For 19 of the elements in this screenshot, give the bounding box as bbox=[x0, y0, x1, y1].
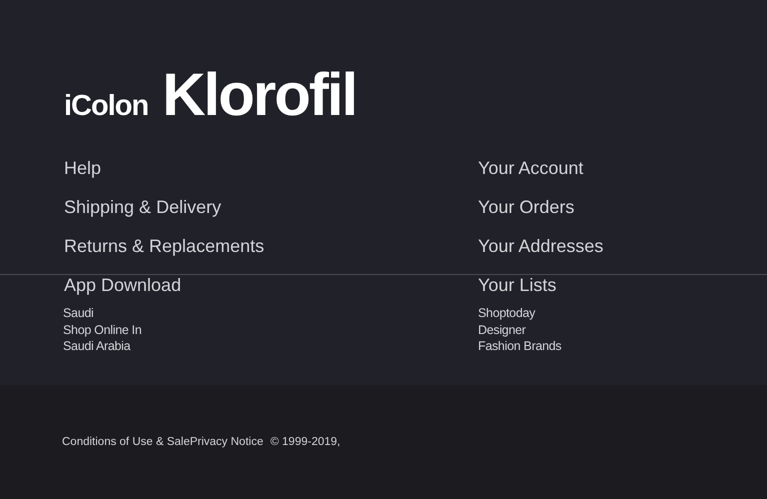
footer-link[interactable]: Shipping & Delivery bbox=[64, 195, 222, 220]
footer-link[interactable]: Your Addresses bbox=[478, 234, 604, 259]
promo-link[interactable]: Saudi bbox=[63, 305, 94, 322]
legal-link[interactable]: Privacy Notice bbox=[190, 435, 264, 449]
footer-link[interactable]: Your Account bbox=[478, 156, 584, 181]
footer-link[interactable]: Returns & Replacements bbox=[64, 234, 264, 259]
footer-link[interactable]: Your Lists bbox=[478, 273, 556, 298]
logo-name: Klorofil bbox=[162, 64, 356, 126]
legal-link[interactable]: Conditions of Use & Sale bbox=[62, 435, 190, 449]
promo-link[interactable]: Fashion Brands bbox=[478, 338, 562, 354]
promo-link[interactable]: Saudi Arabia bbox=[63, 338, 130, 354]
promo-link[interactable]: Shoptoday bbox=[478, 305, 536, 322]
footer-link[interactable]: Help bbox=[64, 156, 102, 181]
promo-link[interactable]: Designer bbox=[478, 322, 526, 338]
logo-prefix: iColon bbox=[64, 90, 148, 123]
footer-link[interactable]: App Download bbox=[64, 273, 182, 298]
promo-link[interactable]: Shop Online In bbox=[63, 322, 142, 338]
footer-link[interactable]: Your Orders bbox=[478, 195, 574, 220]
copyright: © 1999-2019, bbox=[270, 436, 340, 448]
